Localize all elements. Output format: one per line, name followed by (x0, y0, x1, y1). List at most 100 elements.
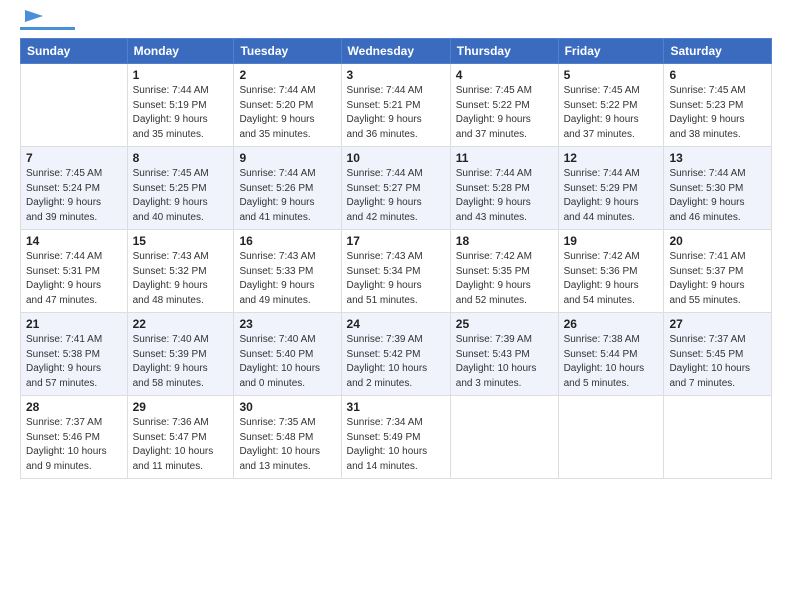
day-info: Sunrise: 7:45 AM Sunset: 5:24 PM Dayligh… (26, 167, 122, 225)
day-info: Sunrise: 7:44 AM Sunset: 5:27 PM Dayligh… (347, 167, 445, 225)
day-number: 22 (133, 317, 229, 331)
calendar-cell: 31 Sunrise: 7:34 AM Sunset: 5:49 PM Dayli… (341, 396, 450, 479)
calendar-cell: 6 Sunrise: 7:45 AM Sunset: 5:23 PM Daylig… (664, 64, 772, 147)
calendar-table: Sunday Monday Tuesday Wednesday Thursday… (20, 38, 772, 479)
day-number: 6 (669, 68, 766, 82)
calendar-cell (21, 64, 128, 147)
calendar-cell: 9 Sunrise: 7:44 AM Sunset: 5:26 PM Daylig… (234, 147, 341, 230)
day-info: Sunrise: 7:44 AM Sunset: 5:26 PM Dayligh… (239, 167, 335, 225)
calendar-cell: 24 Sunrise: 7:39 AM Sunset: 5:42 PM Dayli… (341, 313, 450, 396)
day-info: Sunrise: 7:44 AM Sunset: 5:19 PM Dayligh… (133, 84, 229, 142)
calendar-cell: 27 Sunrise: 7:37 AM Sunset: 5:45 PM Dayli… (664, 313, 772, 396)
col-monday: Monday (127, 39, 234, 64)
day-number: 2 (239, 68, 335, 82)
calendar-week-row: 21 Sunrise: 7:41 AM Sunset: 5:38 PM Dayli… (21, 313, 772, 396)
day-info: Sunrise: 7:38 AM Sunset: 5:44 PM Dayligh… (564, 333, 659, 391)
logo-underline (20, 27, 75, 30)
page: Sunday Monday Tuesday Wednesday Thursday… (0, 0, 792, 612)
day-number: 23 (239, 317, 335, 331)
calendar-cell: 2 Sunrise: 7:44 AM Sunset: 5:20 PM Daylig… (234, 64, 341, 147)
day-number: 30 (239, 400, 335, 414)
calendar-cell: 17 Sunrise: 7:43 AM Sunset: 5:34 PM Dayli… (341, 230, 450, 313)
calendar-cell (558, 396, 664, 479)
day-info: Sunrise: 7:45 AM Sunset: 5:25 PM Dayligh… (133, 167, 229, 225)
day-info: Sunrise: 7:39 AM Sunset: 5:43 PM Dayligh… (456, 333, 553, 391)
col-thursday: Thursday (450, 39, 558, 64)
day-info: Sunrise: 7:35 AM Sunset: 5:48 PM Dayligh… (239, 416, 335, 474)
day-info: Sunrise: 7:44 AM Sunset: 5:30 PM Dayligh… (669, 167, 766, 225)
day-info: Sunrise: 7:43 AM Sunset: 5:33 PM Dayligh… (239, 250, 335, 308)
calendar-cell: 16 Sunrise: 7:43 AM Sunset: 5:33 PM Dayli… (234, 230, 341, 313)
calendar-cell: 26 Sunrise: 7:38 AM Sunset: 5:44 PM Dayli… (558, 313, 664, 396)
calendar-cell: 4Sunrise: 7:45 AM Sunset: 5:22 PM Daylig… (450, 64, 558, 147)
day-info: Sunrise: 7:45 AM Sunset: 5:22 PM Dayligh… (456, 84, 553, 142)
day-number: 24 (347, 317, 445, 331)
calendar-week-row: 28Sunrise: 7:37 AM Sunset: 5:46 PM Dayli… (21, 396, 772, 479)
calendar-cell: 28Sunrise: 7:37 AM Sunset: 5:46 PM Dayli… (21, 396, 128, 479)
day-number: 20 (669, 234, 766, 248)
day-info: Sunrise: 7:44 AM Sunset: 5:28 PM Dayligh… (456, 167, 553, 225)
calendar-cell: 10 Sunrise: 7:44 AM Sunset: 5:27 PM Dayli… (341, 147, 450, 230)
calendar-cell: 12Sunrise: 7:44 AM Sunset: 5:29 PM Dayli… (558, 147, 664, 230)
calendar-cell: 29Sunrise: 7:36 AM Sunset: 5:47 PM Dayli… (127, 396, 234, 479)
day-info: Sunrise: 7:42 AM Sunset: 5:35 PM Dayligh… (456, 250, 553, 308)
day-number: 16 (239, 234, 335, 248)
day-info: Sunrise: 7:43 AM Sunset: 5:32 PM Dayligh… (133, 250, 229, 308)
day-info: Sunrise: 7:39 AM Sunset: 5:42 PM Dayligh… (347, 333, 445, 391)
day-number: 25 (456, 317, 553, 331)
day-number: 8 (133, 151, 229, 165)
day-number: 26 (564, 317, 659, 331)
day-info: Sunrise: 7:42 AM Sunset: 5:36 PM Dayligh… (564, 250, 659, 308)
day-number: 17 (347, 234, 445, 248)
col-friday: Friday (558, 39, 664, 64)
calendar-cell: 21 Sunrise: 7:41 AM Sunset: 5:38 PM Dayli… (21, 313, 128, 396)
day-number: 31 (347, 400, 445, 414)
day-number: 10 (347, 151, 445, 165)
calendar-cell: 3 Sunrise: 7:44 AM Sunset: 5:21 PM Daylig… (341, 64, 450, 147)
day-info: Sunrise: 7:43 AM Sunset: 5:34 PM Dayligh… (347, 250, 445, 308)
col-wednesday: Wednesday (341, 39, 450, 64)
day-number: 5 (564, 68, 659, 82)
day-info: Sunrise: 7:36 AM Sunset: 5:47 PM Dayligh… (133, 416, 229, 474)
calendar-week-row: 1 Sunrise: 7:44 AM Sunset: 5:19 PM Daylig… (21, 64, 772, 147)
calendar-week-row: 7Sunrise: 7:45 AM Sunset: 5:24 PM Daylig… (21, 147, 772, 230)
calendar-cell: 19Sunrise: 7:42 AM Sunset: 5:36 PM Dayli… (558, 230, 664, 313)
calendar-cell (664, 396, 772, 479)
calendar-week-row: 14Sunrise: 7:44 AM Sunset: 5:31 PM Dayli… (21, 230, 772, 313)
calendar-cell: 25 Sunrise: 7:39 AM Sunset: 5:43 PM Dayli… (450, 313, 558, 396)
day-number: 18 (456, 234, 553, 248)
calendar-cell: 15 Sunrise: 7:43 AM Sunset: 5:32 PM Dayli… (127, 230, 234, 313)
day-info: Sunrise: 7:37 AM Sunset: 5:46 PM Dayligh… (26, 416, 122, 474)
day-info: Sunrise: 7:44 AM Sunset: 5:21 PM Dayligh… (347, 84, 445, 142)
day-number: 13 (669, 151, 766, 165)
day-info: Sunrise: 7:41 AM Sunset: 5:38 PM Dayligh… (26, 333, 122, 391)
calendar-cell: 20Sunrise: 7:41 AM Sunset: 5:37 PM Dayli… (664, 230, 772, 313)
calendar-cell: 22 Sunrise: 7:40 AM Sunset: 5:39 PM Dayli… (127, 313, 234, 396)
calendar-cell: 14Sunrise: 7:44 AM Sunset: 5:31 PM Dayli… (21, 230, 128, 313)
calendar-cell: 23Sunrise: 7:40 AM Sunset: 5:40 PM Dayli… (234, 313, 341, 396)
day-number: 9 (239, 151, 335, 165)
day-number: 15 (133, 234, 229, 248)
day-number: 12 (564, 151, 659, 165)
day-info: Sunrise: 7:44 AM Sunset: 5:20 PM Dayligh… (239, 84, 335, 142)
col-sunday: Sunday (21, 39, 128, 64)
calendar-cell: 1 Sunrise: 7:44 AM Sunset: 5:19 PM Daylig… (127, 64, 234, 147)
day-number: 1 (133, 68, 229, 82)
calendar-cell: 5 Sunrise: 7:45 AM Sunset: 5:22 PM Daylig… (558, 64, 664, 147)
day-number: 21 (26, 317, 122, 331)
calendar-cell: 13 Sunrise: 7:44 AM Sunset: 5:30 PM Dayli… (664, 147, 772, 230)
day-info: Sunrise: 7:40 AM Sunset: 5:39 PM Dayligh… (133, 333, 229, 391)
calendar-cell: 8 Sunrise: 7:45 AM Sunset: 5:25 PM Daylig… (127, 147, 234, 230)
day-number: 11 (456, 151, 553, 165)
day-info: Sunrise: 7:44 AM Sunset: 5:31 PM Dayligh… (26, 250, 122, 308)
day-number: 3 (347, 68, 445, 82)
day-number: 27 (669, 317, 766, 331)
day-info: Sunrise: 7:45 AM Sunset: 5:23 PM Dayligh… (669, 84, 766, 142)
calendar-header-row: Sunday Monday Tuesday Wednesday Thursday… (21, 39, 772, 64)
calendar-cell: 18 Sunrise: 7:42 AM Sunset: 5:35 PM Dayli… (450, 230, 558, 313)
logo (20, 16, 75, 30)
day-info: Sunrise: 7:34 AM Sunset: 5:49 PM Dayligh… (347, 416, 445, 474)
day-info: Sunrise: 7:37 AM Sunset: 5:45 PM Dayligh… (669, 333, 766, 391)
col-saturday: Saturday (664, 39, 772, 64)
day-info: Sunrise: 7:45 AM Sunset: 5:22 PM Dayligh… (564, 84, 659, 142)
